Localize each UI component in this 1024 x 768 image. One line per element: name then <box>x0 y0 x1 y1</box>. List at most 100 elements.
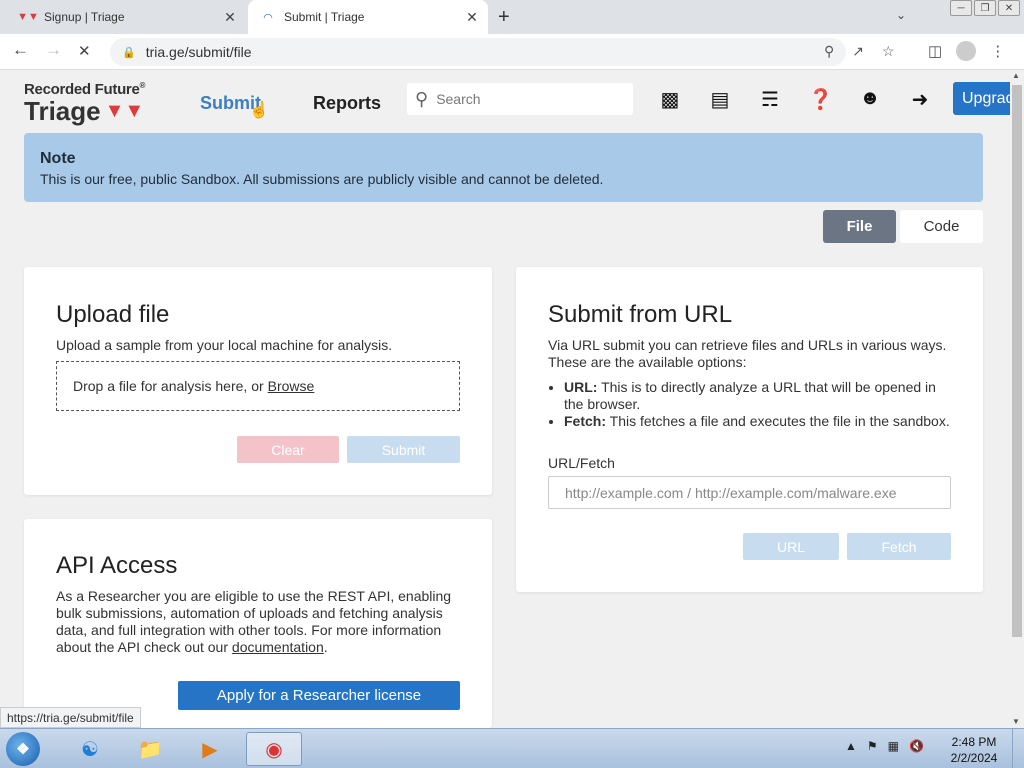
show-desktop-button[interactable] <box>1012 729 1024 768</box>
brand-name: Triage <box>24 96 101 126</box>
brand-logo[interactable]: Recorded Future® Triage ▼▼ <box>24 81 145 124</box>
tray-expand-icon[interactable]: ▲ <box>845 739 857 753</box>
close-tab-icon[interactable]: ✕ <box>462 9 482 26</box>
upload-title: Upload file <box>56 301 170 328</box>
clock-date: 2/2/2024 <box>950 751 998 765</box>
drop-text: Drop a file for analysis here, or <box>73 378 264 394</box>
file-drop-zone[interactable]: Drop a file for analysis here, or Browse <box>56 361 460 411</box>
scroll-down-icon[interactable]: ▼ <box>1012 717 1020 726</box>
url-description: Via URL submit you can retrieve files an… <box>548 337 947 370</box>
triage-logo-icon: ▼▼ <box>104 100 145 122</box>
browse-link[interactable]: Browse <box>268 378 315 394</box>
list-item: Fetch: This fetches a file and executes … <box>564 413 951 430</box>
back-icon[interactable]: ← <box>12 40 29 60</box>
server-icon[interactable]: ▤ <box>708 87 732 112</box>
nav-reports[interactable]: Reports <box>313 93 381 114</box>
browser-status-bar: https://tria.ge/submit/file <box>0 707 141 728</box>
url-fetch-label: URL/Fetch <box>548 455 615 471</box>
logout-icon[interactable]: ➜ <box>908 87 932 112</box>
note-heading: Note <box>40 150 76 167</box>
api-text-suffix: . <box>323 639 328 655</box>
system-tray: ▲ ⚑ ▦ 🔇 <box>845 739 924 753</box>
code-mode-button[interactable]: Code <box>900 210 983 243</box>
option-text: This is to directly analyze a URL that w… <box>564 379 936 412</box>
lock-icon[interactable]: 🔒 <box>122 46 136 59</box>
tab-signup[interactable]: ▼▼ Signup | Triage ✕ <box>8 0 246 34</box>
tab-title: Submit | Triage <box>284 10 365 24</box>
browser-toolbar: ← → ✕ 🔒 tria.ge/submit/file ⚲ ↗ ☆ ◫ ⋮ <box>0 34 1024 70</box>
forward-icon[interactable]: → <box>45 40 62 60</box>
menu-dots-icon[interactable]: ⋮ <box>990 42 1005 60</box>
omnibox-actions: ⚲ ↗ ☆ <box>824 43 895 60</box>
scroll-thumb[interactable] <box>1012 85 1022 637</box>
note-text: This is our free, public Sandbox. All su… <box>40 171 604 187</box>
scroll-up-icon[interactable]: ▲ <box>1012 71 1020 80</box>
page-scrollbar[interactable]: ▲ ▼ <box>1010 71 1024 728</box>
url-title: Submit from URL <box>548 301 733 328</box>
chat-icon[interactable]: ▩ <box>658 87 682 112</box>
minimize-icon[interactable]: ─ <box>950 0 972 16</box>
upload-file-card: Upload file Upload a sample from your lo… <box>24 267 492 495</box>
file-explorer-icon[interactable]: 📁 <box>122 732 178 766</box>
new-tab-button[interactable]: + <box>498 6 510 29</box>
api-access-card: API Access As a Researcher you are eligi… <box>24 519 492 728</box>
site-header: Recorded Future® Triage ▼▼ Submit Reports… <box>0 71 1010 131</box>
file-mode-button[interactable]: File <box>823 210 896 243</box>
volume-muted-icon[interactable]: 🔇 <box>909 739 924 753</box>
close-window-icon[interactable]: ✕ <box>998 0 1020 16</box>
user-icon[interactable]: ☻ <box>858 87 882 112</box>
submit-url-card: Submit from URL Via URL submit you can r… <box>516 267 983 592</box>
book-icon[interactable]: ☴ <box>758 87 782 112</box>
windows-taskbar: ❖ ☯ 📁 ▶ ◉ ▲ ⚑ ▦ 🔇 2:48 PM 2/2/2024 <box>0 728 1024 768</box>
action-center-flag-icon[interactable]: ⚑ <box>867 739 878 753</box>
upgrade-button[interactable]: Upgrade <box>953 82 1010 115</box>
header-icons: ▩ ▤ ☴ ❓ ☻ ➜ <box>658 87 932 112</box>
loading-spinner-icon: ◠ <box>263 11 273 24</box>
url-input[interactable]: http://example.com / http://example.com/… <box>548 476 951 509</box>
api-title: API Access <box>56 552 178 579</box>
search-icon: ⚲ <box>415 88 429 109</box>
tab-search-icon[interactable]: ⌄ <box>896 8 906 22</box>
bookmark-star-icon[interactable]: ☆ <box>882 43 895 60</box>
triage-favicon-icon: ▼▼ <box>17 11 39 23</box>
profile-avatar[interactable] <box>956 41 977 61</box>
share-icon[interactable]: ↗ <box>852 43 864 60</box>
internet-explorer-icon[interactable]: ☯ <box>62 732 118 766</box>
search-placeholder[interactable]: Search <box>436 91 480 107</box>
media-player-icon[interactable]: ▶ <box>182 732 238 766</box>
clock-time: 2:48 PM <box>951 735 997 749</box>
tab-title: Signup | Triage <box>44 10 125 24</box>
option-text: This fetches a file and executes the fil… <box>609 413 950 429</box>
tab-submit[interactable]: ◠ Submit | Triage ✕ <box>248 0 488 34</box>
documentation-link[interactable]: documentation <box>232 639 324 655</box>
sandbox-note: Note This is our free, public Sandbox. A… <box>24 133 983 202</box>
api-description: As a Researcher you are eligible to use … <box>56 588 460 656</box>
clear-button[interactable]: Clear <box>237 436 339 463</box>
upload-description: Upload a sample from your local machine … <box>56 337 393 353</box>
registered-mark: ® <box>139 81 146 90</box>
stop-loading-icon[interactable]: ✕ <box>78 42 91 60</box>
start-button[interactable]: ❖ <box>6 732 40 766</box>
help-icon[interactable]: ❓ <box>808 87 833 112</box>
option-name: URL: <box>564 379 598 395</box>
restore-icon[interactable]: ❐ <box>974 0 996 16</box>
mouse-cursor-icon: ☝ <box>249 102 269 119</box>
close-tab-icon[interactable]: ✕ <box>220 9 240 26</box>
chrome-icon[interactable]: ◉ <box>246 732 302 766</box>
network-icon[interactable]: ▦ <box>888 739 899 753</box>
url-options-list: URL: This is to directly analyze a URL t… <box>548 379 951 430</box>
list-item: URL: This is to directly analyze a URL t… <box>564 379 951 413</box>
zoom-search-icon[interactable]: ⚲ <box>824 43 834 60</box>
side-panel-icon[interactable]: ◫ <box>928 42 942 60</box>
browser-tab-strip: ▼▼ Signup | Triage ✕ ◠ Submit | Triage ✕… <box>0 0 1024 34</box>
address-bar[interactable]: 🔒 tria.ge/submit/file <box>110 38 846 66</box>
address-url[interactable]: tria.ge/submit/file <box>146 44 252 60</box>
submit-mode-toggle: File Code <box>823 210 983 243</box>
url-button[interactable]: URL <box>743 533 839 560</box>
search-box[interactable]: ⚲ Search <box>407 83 633 115</box>
option-name: Fetch: <box>564 413 606 429</box>
apply-researcher-button[interactable]: Apply for a Researcher license <box>178 681 460 710</box>
submit-button[interactable]: Submit <box>347 436 460 463</box>
fetch-button[interactable]: Fetch <box>847 533 951 560</box>
system-clock[interactable]: 2:48 PM 2/2/2024 <box>945 734 1003 766</box>
